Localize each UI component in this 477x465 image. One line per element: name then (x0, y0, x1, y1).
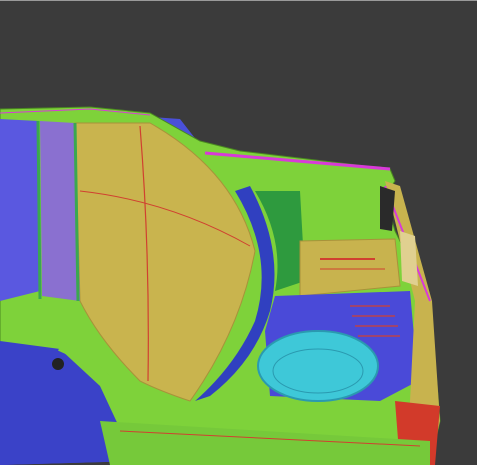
door-hole (52, 358, 64, 370)
left-window-column (0, 119, 40, 301)
right-vertical-part (400, 231, 418, 286)
parcel-shelf (299, 238, 401, 297)
3d-viewport[interactable] (0, 0, 477, 465)
car-model-render (0, 106, 441, 465)
spare-wheel-well (257, 330, 379, 402)
pillar-edge (36, 120, 42, 300)
